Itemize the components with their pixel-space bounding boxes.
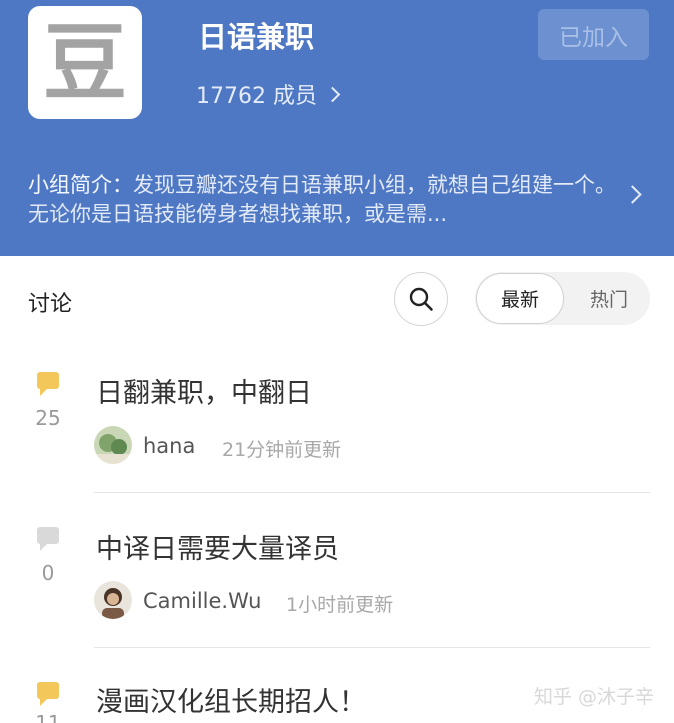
topic-title[interactable]: 中译日需要大量译员	[96, 527, 339, 566]
chevron-right-icon	[324, 86, 341, 102]
chevron-right-icon[interactable]	[623, 185, 642, 204]
author-name[interactable]: hana	[143, 434, 195, 458]
tab-latest[interactable]: 最新	[476, 273, 564, 324]
group-intro[interactable]: 小组简介：发现豆瓣还没有日语兼职小组，就想自己组建一个。无论你是日语技能傍身者想…	[28, 171, 624, 229]
topic-title[interactable]: 漫画汉化组长期招人！	[96, 680, 366, 719]
reply-count: 25	[35, 406, 61, 430]
group-logo[interactable]: 豆	[28, 6, 142, 119]
comment-icon	[37, 682, 59, 706]
reply-count: 0	[41, 561, 55, 585]
joined-button[interactable]: 已加入	[538, 9, 649, 60]
avatar-image	[94, 426, 132, 464]
search-button[interactable]	[394, 272, 448, 326]
section-title: 讨论	[28, 292, 73, 317]
avatar[interactable]	[94, 581, 132, 619]
sort-tabs: 最新 热门	[475, 272, 650, 325]
intro-label: 小组简介：	[28, 173, 133, 197]
updated-time: 1小时前更新	[286, 594, 394, 616]
divider	[94, 492, 650, 493]
group-header: 豆 日语兼职 17762 成员 已加入 小组简介：发现豆瓣还没有日语兼职小组，就…	[0, 0, 674, 256]
tab-hot[interactable]: 热门	[571, 272, 647, 325]
topic-title[interactable]: 日翻兼职，中翻日	[96, 371, 312, 410]
updated-time: 21分钟前更新	[222, 439, 342, 461]
avatar-image	[94, 581, 132, 619]
search-icon	[409, 287, 433, 311]
group-logo-char: 豆	[42, 12, 127, 112]
avatar[interactable]	[94, 426, 132, 464]
author-name[interactable]: Camille.Wu	[143, 589, 261, 613]
reply-count: 11	[22, 712, 74, 723]
divider	[94, 647, 650, 648]
members-link[interactable]: 17762 成员	[196, 78, 341, 110]
group-title: 日语兼职	[198, 20, 315, 54]
comment-icon	[37, 527, 59, 551]
member-count: 17762 成员	[196, 84, 317, 109]
watermark: 知乎 @沐子辛	[534, 686, 655, 708]
comment-icon	[37, 372, 59, 396]
